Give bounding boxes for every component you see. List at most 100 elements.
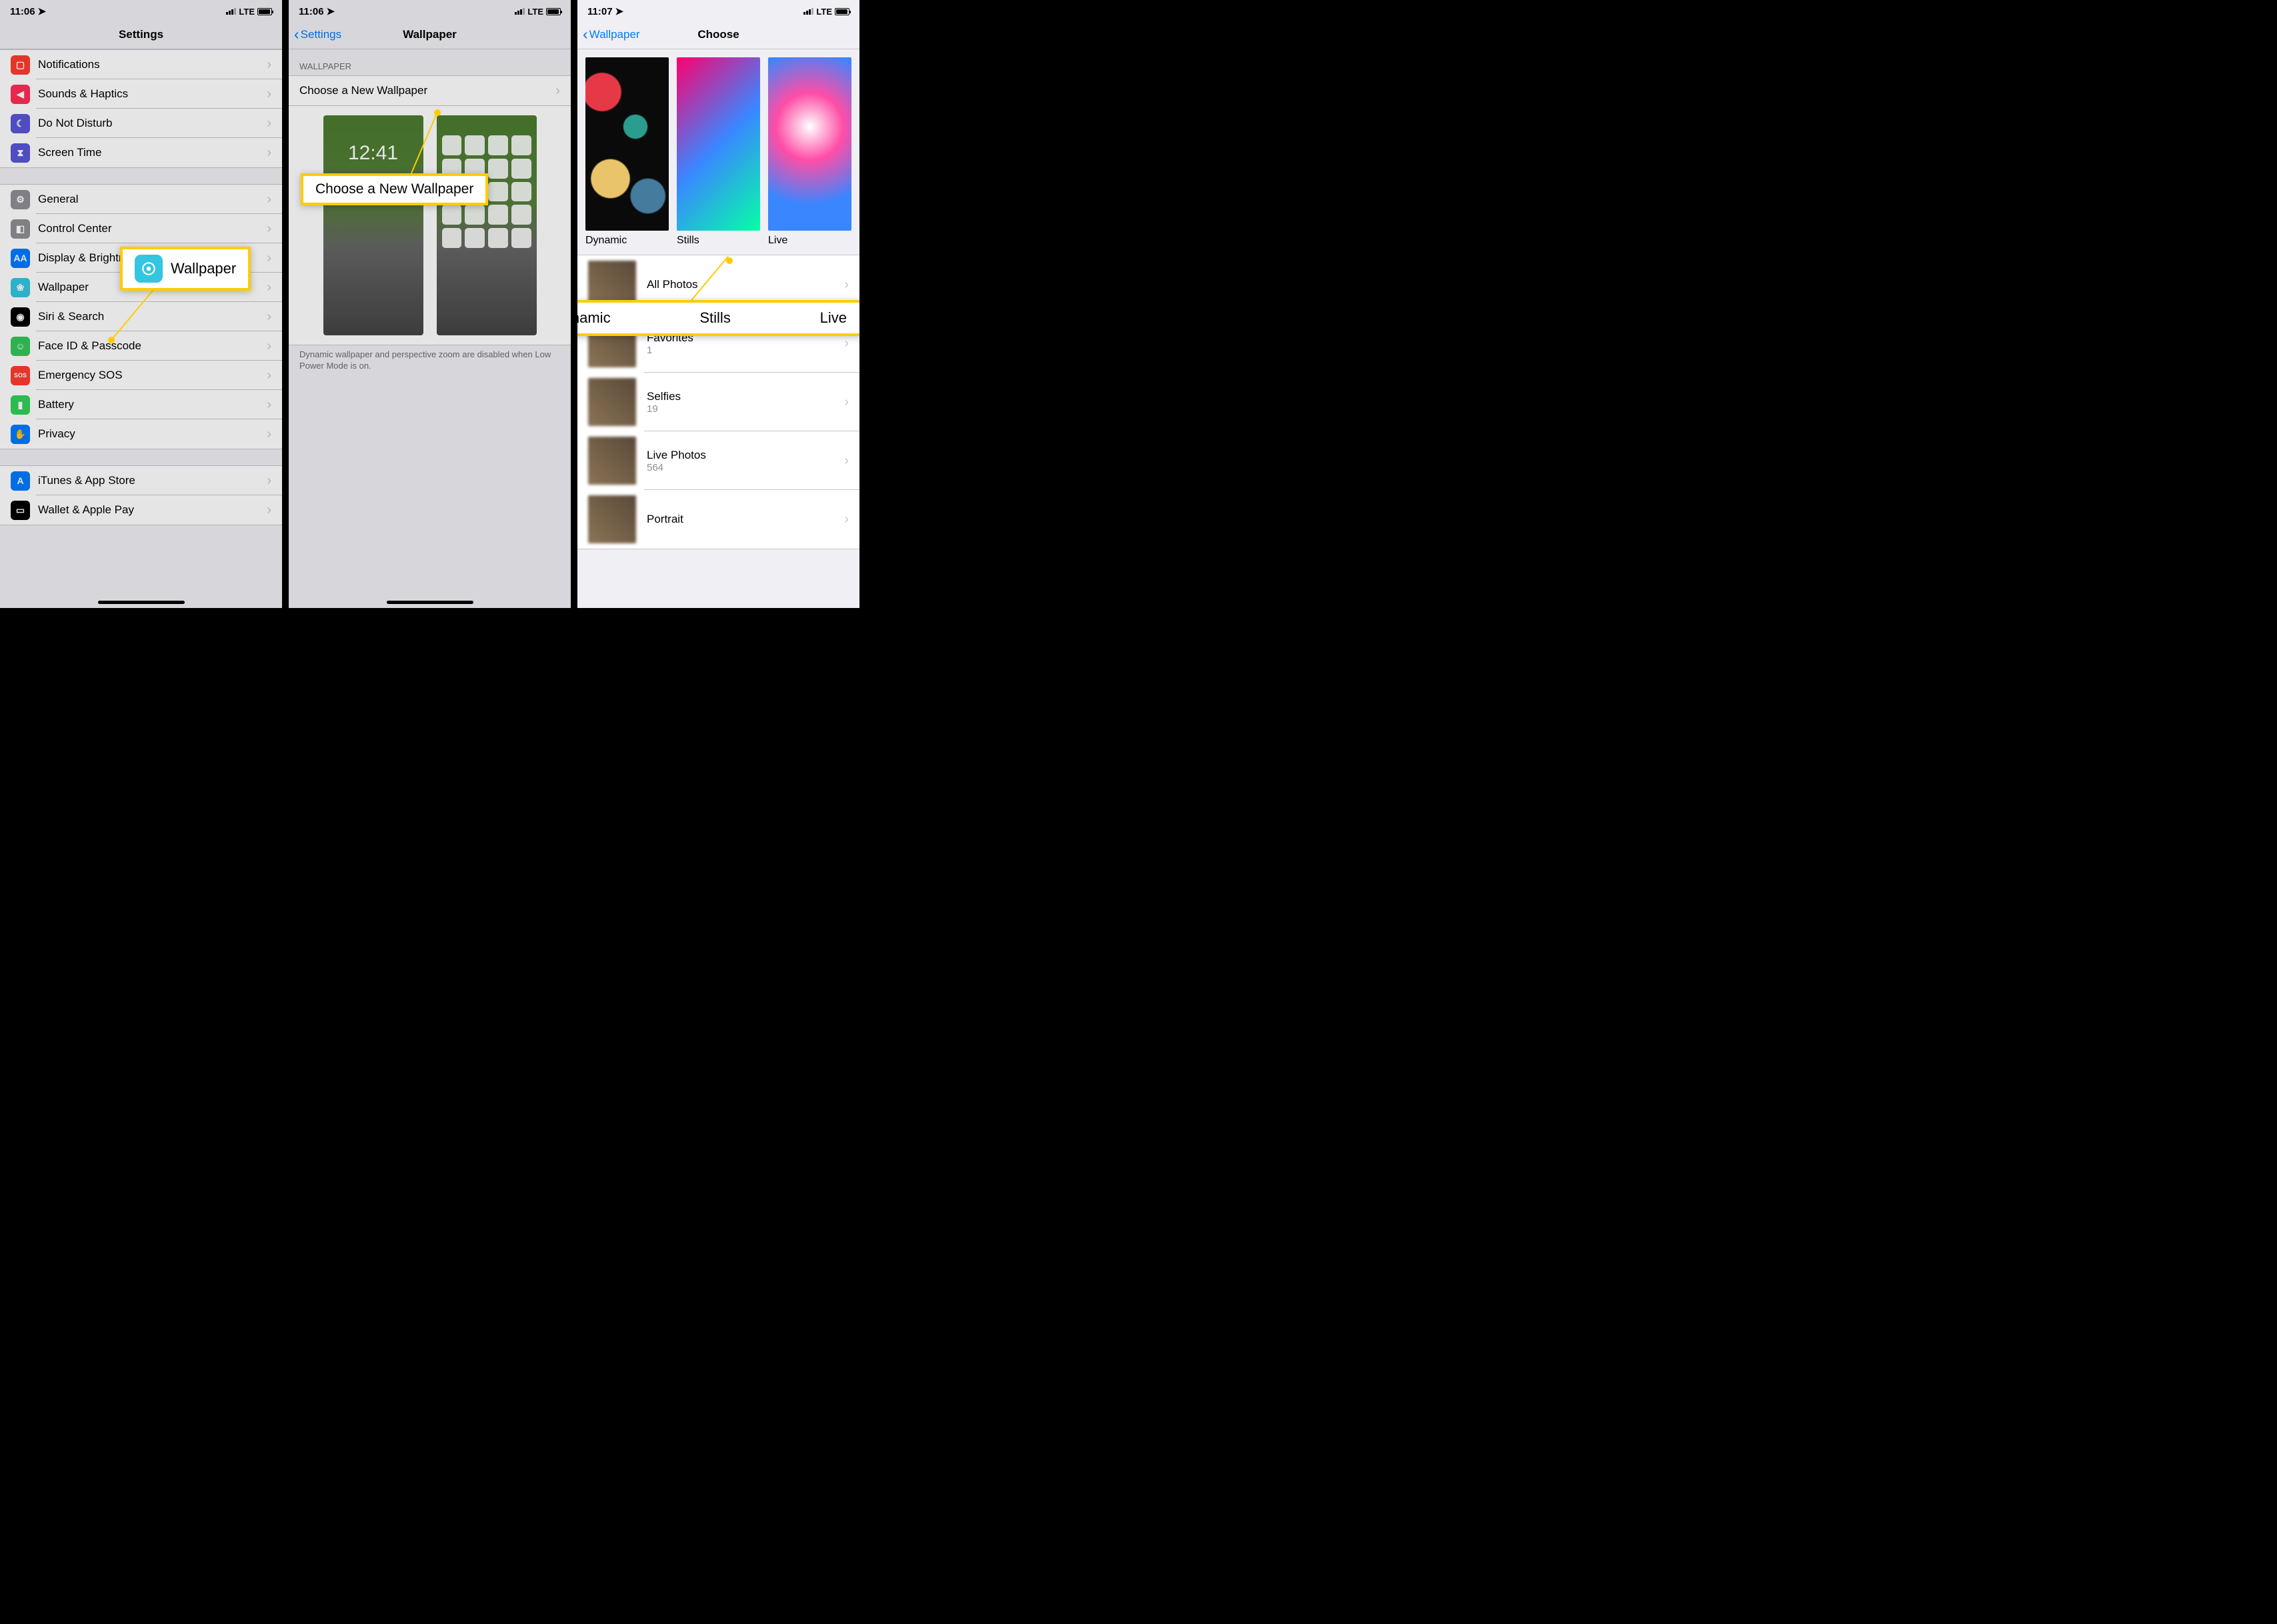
screen-wallpaper: 11:06➤ LTE ‹Settings Wallpaper WALLPAPER… (289, 0, 571, 608)
b4-icon: ◉ (11, 307, 30, 327)
home-indicator (387, 601, 473, 604)
settings-row-c0[interactable]: AiTunes & App Store› (0, 466, 282, 495)
album-count: 1 (647, 345, 844, 356)
row-label: Sounds & Haptics (38, 87, 267, 101)
album-row[interactable]: Selfies19› (577, 373, 859, 431)
callout-label: Choose a New Wallpaper (315, 181, 473, 197)
section-header: WALLPAPER (289, 49, 571, 75)
c0-icon: A (11, 471, 30, 491)
back-label: Settings (301, 28, 341, 41)
row-label: Do Not Disturb (38, 117, 267, 130)
chevron-right-icon: › (267, 503, 271, 518)
settings-row-a3[interactable]: ⧗Screen Time› (0, 138, 282, 167)
settings-row-b4[interactable]: ◉Siri & Search› (0, 302, 282, 331)
footer-note: Dynamic wallpaper and perspective zoom a… (289, 345, 571, 376)
row-label: Emergency SOS (38, 369, 267, 382)
type-stills[interactable]: Stills (677, 57, 760, 247)
a0-icon: ▢ (11, 55, 30, 75)
status-time: 11:06 (10, 6, 35, 17)
album-thumb (588, 378, 636, 426)
a1-icon: ◀ (11, 85, 30, 104)
battery-icon (835, 8, 849, 15)
b2-icon: AA (11, 249, 30, 268)
chevron-right-icon: › (555, 83, 560, 99)
network-label: LTE (527, 7, 543, 17)
settings-row-a2[interactable]: ☾ Do Not Disturb› (0, 109, 282, 138)
settings-row-b5[interactable]: ☺Face ID & Passcode› (0, 331, 282, 361)
dynamic-thumb (585, 57, 669, 231)
status-bar: 11:07➤ LTE (577, 0, 859, 20)
chevron-right-icon: › (844, 453, 849, 469)
home-indicator (98, 601, 185, 604)
location-icon: ➤ (615, 5, 624, 17)
b7-icon: ▮ (11, 395, 30, 415)
callout-wallpaper: Wallpaper (120, 247, 251, 291)
callout-choose: Choose a New Wallpaper (301, 173, 488, 205)
b5-icon: ☺ (11, 337, 30, 356)
signal-icon (803, 8, 813, 15)
album-row[interactable]: Live Photos564› (577, 431, 859, 490)
back-button[interactable]: ‹Settings (294, 27, 341, 42)
settings-row-b6[interactable]: SOSEmergency SOS› (0, 361, 282, 390)
back-label: Wallpaper (589, 28, 640, 41)
settings-row-a1[interactable]: ◀Sounds & Haptics› (0, 79, 282, 109)
settings-row-c1[interactable]: ▭ Wallet & Apple Pay› (0, 495, 282, 525)
album-name: Live Photos (647, 449, 844, 462)
type-label: Dynamic (585, 235, 669, 247)
choose-new-wallpaper-row[interactable]: Choose a New Wallpaper › (289, 76, 571, 105)
chevron-right-icon: › (267, 116, 271, 131)
a2-icon: ☾ (11, 114, 30, 133)
settings-group-c: AiTunes & App Store› ▭ Wallet & Apple Pay› (0, 465, 282, 525)
chevron-right-icon: › (267, 397, 271, 413)
page-title: Wallpaper (403, 28, 457, 41)
type-dynamic[interactable]: Dynamic (585, 57, 669, 247)
settings-row-b1[interactable]: ◧Control Center› (0, 214, 282, 243)
album-thumb (588, 437, 636, 485)
album-name: Selfies (647, 390, 844, 403)
settings-row-b7[interactable]: ▮Battery› (0, 390, 282, 419)
preview-time: 12:41 (323, 142, 423, 165)
back-button[interactable]: ‹Wallpaper (583, 27, 640, 42)
highlight-dot (726, 257, 733, 264)
row-label: Wallet & Apple Pay (38, 503, 267, 517)
type-live[interactable]: Live (768, 57, 851, 247)
type-label: Stills (677, 235, 760, 247)
network-label: LTE (816, 7, 832, 17)
lock-screen-preview[interactable]: 12:41 (323, 115, 423, 335)
b0-icon: ⚙ (11, 190, 30, 209)
wallpaper-previews: 12:41 (289, 106, 571, 345)
home-screen-preview[interactable] (437, 115, 537, 335)
screen-settings: 11:06➤ LTE Settings ▢Notifications›◀Soun… (0, 0, 282, 608)
settings-row-b8[interactable]: ✋Privacy› (0, 419, 282, 449)
chevron-right-icon: › (844, 395, 849, 410)
album-info: Selfies19 (647, 390, 844, 415)
settings-row-b0[interactable]: ⚙General› (0, 185, 282, 214)
status-bar: 11:06➤ LTE (289, 0, 571, 20)
wallpaper-icon (135, 255, 163, 283)
screen-choose: 11:07➤ LTE ‹Wallpaper Choose Dynamic Sti… (577, 0, 859, 608)
c1-icon: ▭ (11, 501, 30, 520)
chevron-right-icon: › (267, 221, 271, 237)
wallpaper-types-row: Dynamic Stills Live (577, 49, 859, 255)
chevron-right-icon: › (844, 277, 849, 293)
chevron-right-icon: › (267, 251, 271, 266)
album-info: Live Photos564 (647, 449, 844, 473)
signal-icon (226, 8, 236, 15)
location-icon: ➤ (38, 5, 47, 17)
settings-row-a0[interactable]: ▢Notifications› (0, 50, 282, 79)
callout-dynamic: Dynamic (577, 309, 611, 327)
album-count: 19 (647, 403, 844, 415)
nav-bar: ‹Settings Wallpaper (289, 20, 571, 49)
chevron-left-icon: ‹ (294, 27, 299, 42)
highlight-dot (108, 337, 115, 343)
album-row[interactable]: Portrait› (577, 490, 859, 549)
row-label: Control Center (38, 222, 267, 235)
chevron-right-icon: › (267, 427, 271, 442)
album-info: Portrait (647, 513, 844, 526)
callout-types: Dynamic Stills Live (577, 300, 859, 336)
network-label: LTE (239, 7, 255, 17)
highlight-dot (434, 109, 441, 116)
settings-group-a: ▢Notifications› ◀ Sounds & Haptics › ☾ Do Not… (0, 49, 282, 168)
row-label: Face ID & Passcode (38, 339, 267, 353)
status-time: 11:06 (299, 6, 324, 17)
